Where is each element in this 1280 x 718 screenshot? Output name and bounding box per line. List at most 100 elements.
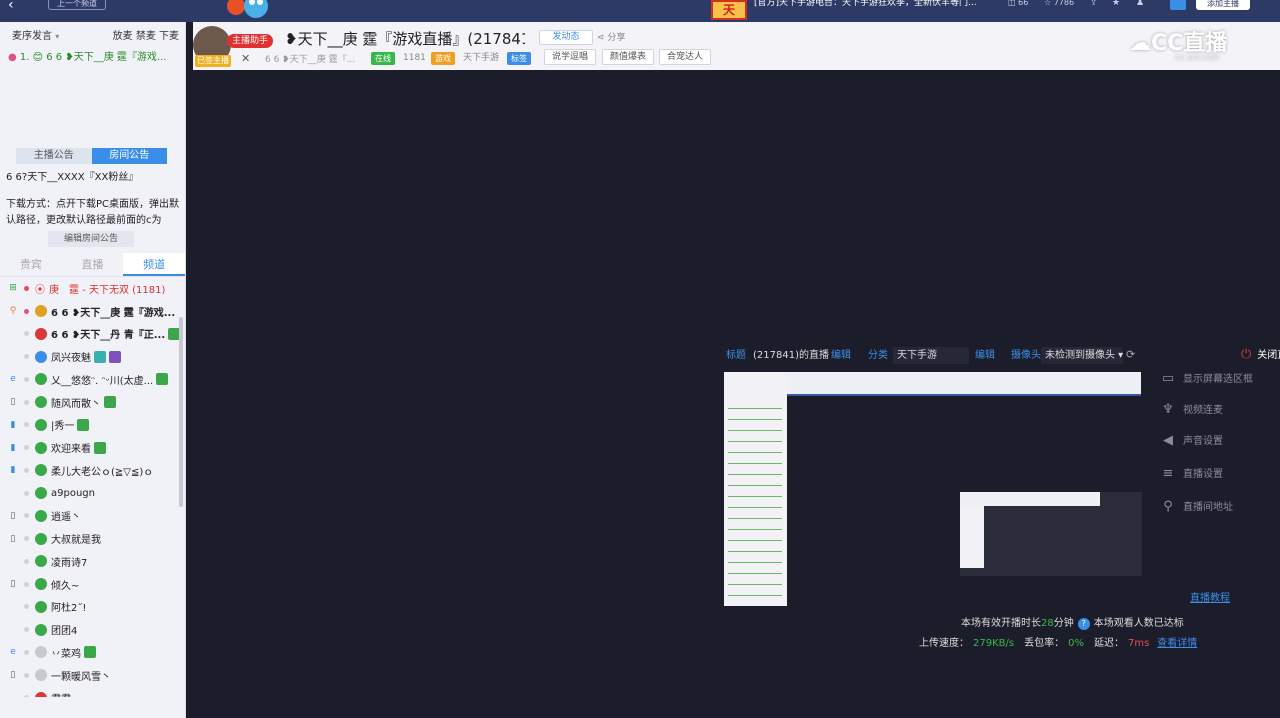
expand-icon[interactable]: ⊞ bbox=[6, 283, 20, 293]
anchor-helper-tag[interactable]: 主播助手 bbox=[227, 34, 273, 48]
avatar bbox=[35, 464, 47, 477]
list-item[interactable]: ▯ 逍遥丶 bbox=[0, 505, 185, 528]
avatar bbox=[35, 691, 47, 697]
avatar bbox=[35, 509, 47, 522]
screen-preview bbox=[724, 372, 1142, 606]
list-item[interactable]: 阿杜2˝! bbox=[0, 596, 185, 619]
tab-anchor-notice[interactable]: 主播公告 bbox=[16, 148, 92, 164]
avatar bbox=[35, 441, 47, 454]
ie-icon: e bbox=[10, 374, 16, 385]
camera-select[interactable]: 未检测到摄像头 ▾ bbox=[1041, 347, 1123, 364]
category-field[interactable]: 天下手游 bbox=[893, 347, 969, 364]
add-friend-icon[interactable]: ♟ bbox=[1136, 0, 1148, 10]
phone-icon: ▯ bbox=[10, 670, 16, 681]
edit-category-link[interactable]: 编辑 bbox=[975, 348, 999, 364]
edit-title-link[interactable]: 编辑 bbox=[831, 348, 855, 364]
chevron-down-icon: ▾ bbox=[1115, 350, 1123, 361]
duration-info: 本场有效开播时长28分钟? 本场观看人数已达标 bbox=[961, 618, 1184, 630]
list-item[interactable]: e 丷菜鸡 bbox=[0, 641, 185, 664]
tab-vip[interactable]: 贵宾 bbox=[0, 253, 62, 276]
tab-room-notice[interactable]: 房间公告 bbox=[91, 148, 167, 164]
avatar bbox=[35, 646, 47, 659]
mic-queue-item[interactable]: ● 1. 😊 6 6 ❥天下__庚 霆『游戏... bbox=[0, 48, 185, 68]
menu-sound-settings[interactable]: ◀ 声音设置 bbox=[1159, 432, 1269, 450]
live-tutorial-link[interactable]: 直播教程 bbox=[1190, 589, 1240, 604]
avatar bbox=[35, 532, 47, 545]
menu-video-mic[interactable]: ♆ 视频连麦 bbox=[1159, 401, 1269, 419]
badge-icon bbox=[104, 396, 116, 409]
phone-icon: ▯ bbox=[10, 510, 16, 521]
menu-screen-frame[interactable]: ▭ 显示屏幕选区框 bbox=[1159, 370, 1269, 388]
menu-live-settings[interactable]: ≡ 直播设置 bbox=[1159, 465, 1269, 483]
list-item[interactable]: ▮ |秀一 bbox=[0, 414, 185, 437]
list-item[interactable]: e 乂__悠悠ᵔ. ᵔᵕ川(太虚... bbox=[0, 368, 185, 391]
cloud-icon: ☁ bbox=[1129, 31, 1151, 56]
chevron-left-icon[interactable]: ‹ bbox=[8, 0, 24, 12]
list-item[interactable]: 凤兴夜魅 bbox=[0, 345, 185, 368]
edit-notice-button[interactable]: 编辑房间公告 bbox=[48, 231, 134, 247]
refresh-icon[interactable]: ⟳ bbox=[1126, 348, 1140, 362]
phone-icon: ▮ bbox=[10, 465, 16, 476]
mic-mode-select[interactable]: 麦序发言 bbox=[12, 31, 52, 42]
avatar bbox=[35, 350, 47, 363]
details-link[interactable]: 查看详情 bbox=[1157, 638, 1197, 649]
list-item[interactable]: ▮ 柔儿大老公ｏ(≧▽≦)ｏ bbox=[0, 459, 185, 482]
category-text[interactable]: 天下手游 bbox=[463, 52, 503, 65]
title-label: 标题 bbox=[726, 350, 746, 361]
avatar bbox=[35, 555, 47, 568]
tag-button[interactable]: 颜值爆表 bbox=[602, 49, 654, 65]
close-live-button[interactable]: ⏻关闭直播 bbox=[1241, 346, 1280, 364]
list-item[interactable]: ▯ 倾久~ bbox=[0, 573, 185, 596]
upload-icon[interactable]: ⇪ bbox=[1090, 0, 1102, 10]
list-item[interactable]: 6 6 ❥天下__丹 青『正... bbox=[0, 323, 185, 346]
list-item[interactable]: a9pougn bbox=[0, 482, 185, 505]
share-icon: ⋖ bbox=[597, 33, 605, 43]
tag-button[interactable]: 合宠达人 bbox=[659, 49, 711, 65]
category-label: 分类 bbox=[868, 350, 888, 361]
badge-icon bbox=[94, 441, 106, 454]
game-title-link[interactable]: [官方]天下手游电台：天下手游狂欢季，全新伏羊等门... bbox=[754, 0, 1004, 10]
share-button[interactable]: ⋖ 分享 bbox=[597, 31, 637, 45]
chevron-down-icon[interactable]: ▾ bbox=[55, 32, 59, 41]
prev-channel-button[interactable]: 上一个频道 bbox=[48, 0, 106, 10]
list-item[interactable]: 凌雨诗7 bbox=[0, 550, 185, 573]
category-badge: 游戏 bbox=[431, 52, 455, 65]
avatar bbox=[35, 396, 47, 409]
tag-button[interactable]: 说学逗唱 bbox=[544, 49, 596, 65]
sidebar: 麦序发言 ▾ 放麦 禁麦 下麦 ● 1. 😊 6 6 ❥天下__庚 霆『游戏..… bbox=[0, 22, 186, 718]
mascot-icon bbox=[227, 0, 268, 18]
phone-icon: ▮ bbox=[10, 419, 16, 430]
queue-area bbox=[0, 68, 185, 148]
location-pin-icon: ⚲ bbox=[1163, 499, 1173, 514]
list-item[interactable]: 团团4 bbox=[0, 618, 185, 641]
list-item[interactable]: 君君 bbox=[0, 687, 185, 697]
phone-icon: ▯ bbox=[10, 533, 16, 544]
menu-room-address[interactable]: ⚲ 直播间地址 bbox=[1159, 498, 1269, 516]
game-logo[interactable]: 天 bbox=[711, 0, 747, 20]
add-anchor-button[interactable]: 添加主播 bbox=[1196, 0, 1250, 10]
room-title: ❥天下__庚 霆『游戏直播』(217841)... bbox=[285, 30, 525, 48]
monitor-icon: ▭ bbox=[1161, 371, 1175, 386]
list-item[interactable]: ▯ 大叔就是我 bbox=[0, 527, 185, 550]
post-status-button[interactable]: 发动态 bbox=[539, 30, 593, 45]
microphone-icon: ♆ bbox=[1162, 402, 1174, 417]
list-item[interactable]: ▮ 欢迎来看 bbox=[0, 436, 185, 459]
viewer-count: ◫ 66 bbox=[1008, 0, 1029, 7]
crossed-icon: ✕ bbox=[241, 52, 251, 65]
tab-live[interactable]: 直播 bbox=[62, 253, 124, 276]
list-item[interactable]: ⚲ 6 6 ❥天下__庚 霆『游戏... bbox=[0, 300, 185, 323]
screen-icon[interactable] bbox=[1170, 0, 1186, 10]
badge-icon bbox=[84, 646, 96, 659]
tab-channel[interactable]: 频道 bbox=[123, 253, 186, 276]
sliders-icon: ≡ bbox=[1162, 466, 1174, 481]
network-info: 上传速度： 279KB/s 丢包率： 0% 延迟： 7ms 查看详情 bbox=[919, 638, 1198, 649]
list-item[interactable]: ⊞ ⦿ 庚 霆 - 天下无双 (1181) bbox=[0, 277, 185, 300]
location-pin-icon: ⚲ bbox=[9, 306, 17, 317]
list-item[interactable]: ▯ 随风而散丶 bbox=[0, 391, 185, 414]
badge-icon bbox=[77, 418, 90, 431]
help-icon[interactable]: ? bbox=[1077, 618, 1090, 630]
list-item[interactable]: ▯ 一颗暖风雪丶 bbox=[0, 664, 185, 687]
scrollbar[interactable] bbox=[179, 317, 183, 507]
star-icon[interactable]: ★ bbox=[1112, 0, 1124, 10]
mic-actions[interactable]: 放麦 禁麦 下麦 bbox=[113, 27, 179, 42]
